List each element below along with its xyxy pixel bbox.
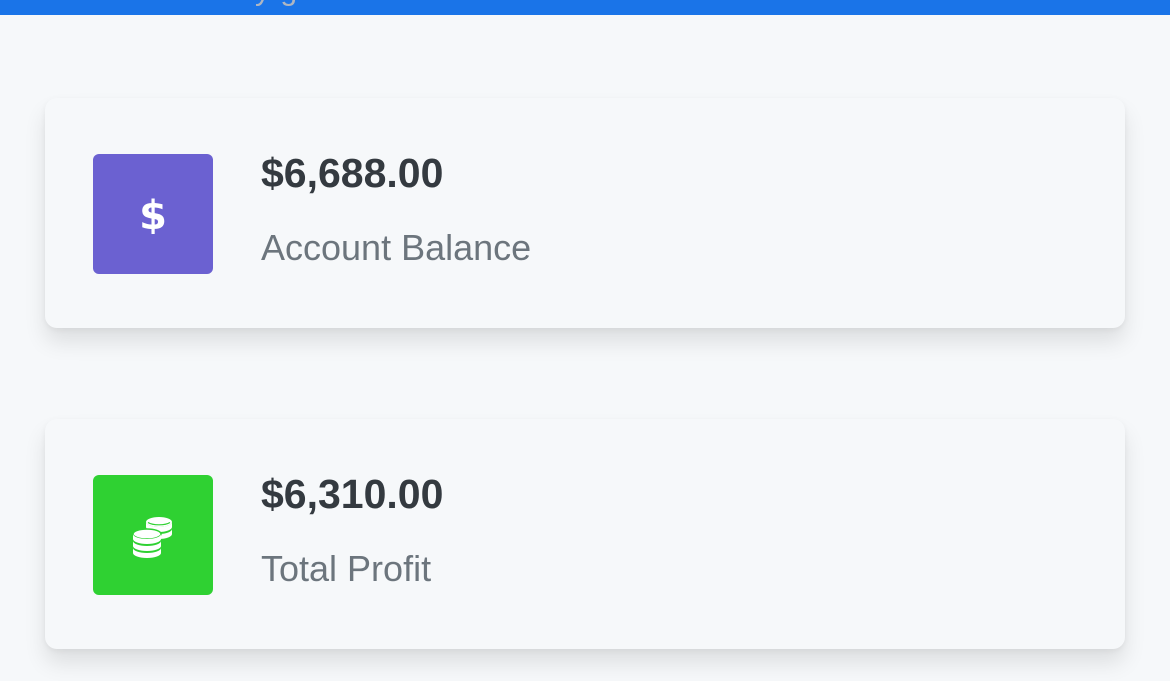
total-profit-card: $6,310.00 Total Profit [45, 419, 1125, 649]
dollar-sign-icon: $ [139, 194, 167, 234]
top-bar [0, 0, 1170, 15]
svg-text:$: $ [139, 194, 167, 234]
total-profit-label: Total Profit [261, 548, 432, 589]
total-profit-icon-box [93, 475, 213, 595]
page-heading-partial: y g [255, 0, 298, 8]
total-profit-value: $6,310.00 [261, 471, 444, 517]
account-balance-icon-box: $ [93, 154, 213, 274]
coins-icon [132, 517, 172, 558]
account-balance-value: $6,688.00 [261, 150, 444, 196]
account-balance-card: $ $6,688.00 Account Balance [45, 98, 1125, 328]
account-balance-label: Account Balance [261, 227, 532, 268]
